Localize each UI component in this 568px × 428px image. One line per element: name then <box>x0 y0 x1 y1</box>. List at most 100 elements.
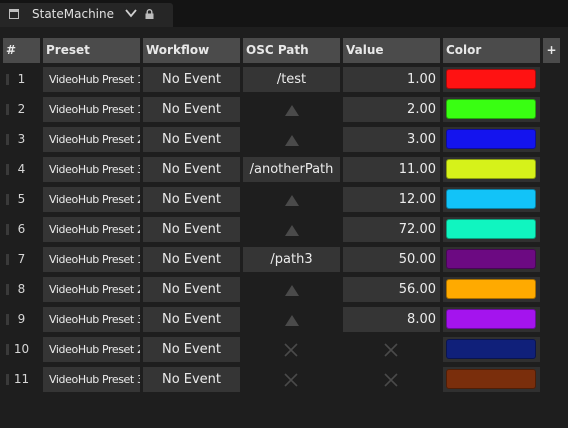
color-swatch[interactable] <box>446 279 536 299</box>
column-header-osc-path[interactable]: OSC Path <box>243 38 340 63</box>
osc-path-disabled[interactable] <box>243 367 340 392</box>
drag-handle-icon[interactable] <box>6 134 9 145</box>
preset-dropdown[interactable]: VideoHub Preset 3 <box>43 367 140 392</box>
color-swatch[interactable] <box>446 69 536 89</box>
preset-dropdown[interactable]: VideoHub Preset 3 <box>43 307 140 332</box>
color-cell[interactable] <box>443 67 540 92</box>
row-number[interactable]: 4 <box>3 157 40 182</box>
color-swatch[interactable] <box>446 369 536 389</box>
osc-path-inherited[interactable] <box>243 97 340 122</box>
color-cell[interactable] <box>443 217 540 242</box>
value-field[interactable]: 12.00 <box>343 187 440 212</box>
workflow-dropdown[interactable]: No Event <box>143 97 240 122</box>
value-field[interactable]: 72.00 <box>343 217 440 242</box>
value-field[interactable]: 50.00 <box>343 247 440 272</box>
row-number-label: 1 <box>17 72 26 86</box>
preset-dropdown[interactable]: VideoHub Preset 2 <box>43 217 140 242</box>
row-number[interactable]: 8 <box>3 277 40 302</box>
row-number[interactable]: 10 <box>3 337 40 362</box>
osc-path-inherited[interactable] <box>243 127 340 152</box>
preset-dropdown[interactable]: VideoHub Preset 3 <box>43 157 140 182</box>
preset-dropdown[interactable]: VideoHub Preset 1 <box>43 67 140 92</box>
row-number[interactable]: 9 <box>3 307 40 332</box>
value-field[interactable]: 8.00 <box>343 307 440 332</box>
column-header-value[interactable]: Value <box>343 38 440 63</box>
drag-handle-icon[interactable] <box>6 164 9 175</box>
preset-dropdown[interactable]: VideoHub Preset 2 <box>43 337 140 362</box>
drag-handle-icon[interactable] <box>6 344 9 355</box>
chevron-down-icon[interactable] <box>124 6 138 20</box>
workflow-dropdown[interactable]: No Event <box>143 367 240 392</box>
value-disabled[interactable] <box>343 367 440 392</box>
color-cell[interactable] <box>443 367 540 392</box>
workflow-dropdown[interactable]: No Event <box>143 187 240 212</box>
workflow-dropdown[interactable]: No Event <box>143 247 240 272</box>
row-number[interactable]: 6 <box>3 217 40 242</box>
row-number[interactable]: 3 <box>3 127 40 152</box>
row-number-label: 9 <box>17 312 26 326</box>
osc-path-inherited[interactable] <box>243 277 340 302</box>
color-swatch[interactable] <box>446 249 536 269</box>
workflow-dropdown[interactable]: No Event <box>143 127 240 152</box>
row-number[interactable]: 7 <box>3 247 40 272</box>
osc-path-inherited[interactable] <box>243 217 340 242</box>
tab-state-machine[interactable]: StateMachine <box>0 3 173 27</box>
row-number[interactable]: 11 <box>3 367 40 392</box>
color-cell[interactable] <box>443 277 540 302</box>
preset-dropdown[interactable]: VideoHub Preset 1 <box>43 247 140 272</box>
drag-handle-icon[interactable] <box>6 224 9 235</box>
workflow-dropdown[interactable]: No Event <box>143 157 240 182</box>
workflow-dropdown[interactable]: No Event <box>143 277 240 302</box>
row-number[interactable]: 2 <box>3 97 40 122</box>
drag-handle-icon[interactable] <box>6 254 9 265</box>
color-cell[interactable] <box>443 157 540 182</box>
value-field[interactable]: 1.00 <box>343 67 440 92</box>
value-field[interactable]: 11.00 <box>343 157 440 182</box>
color-cell[interactable] <box>443 127 540 152</box>
drag-handle-icon[interactable] <box>6 374 9 385</box>
color-cell[interactable] <box>443 307 540 332</box>
value-field[interactable]: 2.00 <box>343 97 440 122</box>
color-cell[interactable] <box>443 97 540 122</box>
preset-dropdown[interactable]: VideoHub Preset 1 <box>43 97 140 122</box>
value-field[interactable]: 3.00 <box>343 127 440 152</box>
preset-dropdown[interactable]: VideoHub Preset 2 <box>43 187 140 212</box>
drag-handle-icon[interactable] <box>6 74 9 85</box>
color-swatch[interactable] <box>446 159 536 179</box>
preset-dropdown[interactable]: VideoHub Preset 2 <box>43 277 140 302</box>
workflow-dropdown[interactable]: No Event <box>143 337 240 362</box>
color-cell[interactable] <box>443 337 540 362</box>
drag-handle-icon[interactable] <box>6 314 9 325</box>
preset-dropdown[interactable]: VideoHub Preset 2 <box>43 127 140 152</box>
workflow-dropdown[interactable]: No Event <box>143 307 240 332</box>
color-swatch[interactable] <box>446 339 536 359</box>
color-swatch[interactable] <box>446 99 536 119</box>
column-header-workflow[interactable]: Workflow <box>143 38 240 63</box>
add-column-button[interactable]: + <box>543 38 560 63</box>
osc-path-field[interactable]: /path3 <box>243 247 340 272</box>
value-field[interactable]: 56.00 <box>343 277 440 302</box>
column-header-color[interactable]: Color <box>443 38 540 63</box>
color-cell[interactable] <box>443 187 540 212</box>
osc-path-inherited[interactable] <box>243 307 340 332</box>
color-swatch[interactable] <box>446 219 536 239</box>
drag-handle-icon[interactable] <box>6 194 9 205</box>
row-number[interactable]: 5 <box>3 187 40 212</box>
color-swatch[interactable] <box>446 309 536 329</box>
color-swatch[interactable] <box>446 129 536 149</box>
value-disabled[interactable] <box>343 337 440 362</box>
color-cell[interactable] <box>443 247 540 272</box>
drag-handle-icon[interactable] <box>6 104 9 115</box>
column-header-preset[interactable]: Preset <box>43 38 140 63</box>
osc-path-inherited[interactable] <box>243 187 340 212</box>
workflow-dropdown[interactable]: No Event <box>143 67 240 92</box>
column-header-number[interactable]: # <box>3 38 40 63</box>
osc-path-field[interactable]: /test <box>243 67 340 92</box>
lock-icon[interactable] <box>145 9 154 19</box>
osc-path-disabled[interactable] <box>243 337 340 362</box>
osc-path-field[interactable]: /anotherPath <box>243 157 340 182</box>
workflow-dropdown[interactable]: No Event <box>143 217 240 242</box>
row-number[interactable]: 1 <box>3 67 40 92</box>
color-swatch[interactable] <box>446 189 536 209</box>
drag-handle-icon[interactable] <box>6 284 9 295</box>
